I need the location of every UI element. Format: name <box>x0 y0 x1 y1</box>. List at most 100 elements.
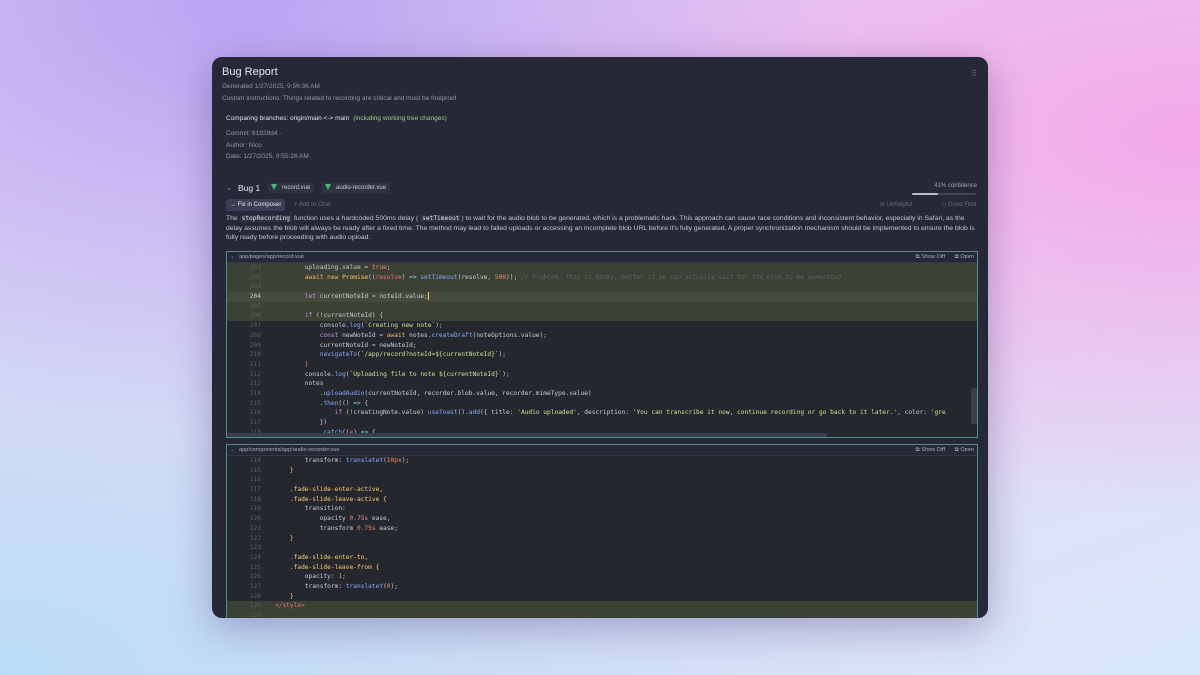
code-line: 212 console.log(`Uploading file to note … <box>227 370 977 380</box>
bug-report-window: ⠿ Bug Report Generated 1/27/2025, 9:56:3… <box>212 57 988 618</box>
drag-handle-icon[interactable]: ⠿ <box>971 69 977 78</box>
file-path: app/pages/app/record.vue <box>239 254 304 260</box>
code-text: if (!creatingNote.value) useToast().add(… <box>334 409 946 417</box>
unhelpful-button[interactable]: ⊘ Unhelpful <box>880 200 912 210</box>
open-file-button[interactable]: ⧉ Open <box>955 252 974 262</box>
line-number: 121 <box>249 524 261 532</box>
custom-instructions: Custom Instructions: Things related to r… <box>222 95 457 102</box>
code-line: 127 transform: translateY(0); <box>227 582 977 592</box>
code-line: 126 opacity: 1; <box>227 572 977 582</box>
code-text: notes <box>275 380 324 388</box>
show-diff-button[interactable]: ⧉ Show Diff <box>916 252 945 262</box>
code-text: .fade-slide-enter-to, <box>289 553 369 561</box>
chevron-down-icon[interactable]: ⌄ <box>230 252 235 262</box>
code-line: 119 transition: <box>227 504 977 514</box>
bug-header[interactable]: ⌄ Bug 1 record.vue audio-recorder.vue 41… <box>226 183 977 195</box>
line-number: 216 <box>249 409 261 417</box>
text-caret <box>427 292 429 301</box>
chevron-down-icon[interactable]: ⌄ <box>226 184 232 192</box>
line-number: 203 <box>249 283 261 291</box>
line-number: 129 <box>249 602 261 610</box>
code-text: transform: translateY(10px); <box>304 457 410 464</box>
code-line: 203 <box>227 282 977 293</box>
line-number: 115 <box>249 466 261 474</box>
description-text: The <box>226 215 238 222</box>
line-number: 123 <box>249 544 261 552</box>
vue-icon <box>271 184 277 190</box>
line-number: 205 <box>249 302 261 310</box>
line-number: 204 <box>249 293 261 301</box>
line-number: 120 <box>249 515 261 523</box>
file-tag-label: record.vue <box>282 185 311 191</box>
line-number: 213 <box>249 380 261 388</box>
good-find-button[interactable]: ◇ Good Find <box>942 200 976 210</box>
line-number: 130 <box>249 612 261 618</box>
commit-author: Author: Nico <box>226 142 262 149</box>
line-number: 126 <box>249 573 261 581</box>
code-text: transition: <box>275 505 346 513</box>
code-line: 210 navigateTo(`/app/record?noteId=${cur… <box>227 350 977 360</box>
code-view[interactable]: 201 uploading.value = true; 202 await ne… <box>227 263 977 437</box>
line-number: 118 <box>249 495 261 503</box>
line-number: 207 <box>249 322 261 330</box>
code-text: .fade-slide-leave-from { <box>289 563 380 571</box>
code-text: console.log(`Creating new note`); <box>319 322 443 330</box>
code-line: 129 </style> <box>227 601 977 611</box>
code-view[interactable]: 114 transform: translateY(10px); 115 } 1… <box>227 456 977 618</box>
code-text: uploading.value = true; <box>304 264 391 271</box>
code-line: 205 <box>227 301 977 312</box>
code-text: .fade-slide-leave-active { <box>289 495 387 503</box>
commit-date: Date: 1/27/2025, 9:55:26 AM <box>226 153 309 160</box>
code-line: 121 transform 0.75s ease; <box>227 524 977 534</box>
line-number: 210 <box>249 351 261 359</box>
code-line: 123 <box>227 543 977 553</box>
line-number: 211 <box>249 360 261 368</box>
code-panel-header: ⌄ app/pages/app/record.vue ⧉ Show Diff ⧉… <box>227 252 977 263</box>
line-number: 116 <box>249 476 261 484</box>
code-text: if (!currentNoteId) { <box>304 312 384 320</box>
code-text: currentNoteId = newNoteId; <box>275 341 417 349</box>
line-number: 122 <box>249 534 261 542</box>
line-number: 201 <box>249 264 261 271</box>
code-line: 215 .then(() => { <box>227 399 977 409</box>
show-diff-button[interactable]: ⧉ Show Diff <box>916 445 945 455</box>
code-text: const newNoteId = await notes.createDraf… <box>319 331 547 339</box>
code-text: } <box>304 360 309 368</box>
open-file-button[interactable]: ⧉ Open <box>955 445 974 455</box>
line-number: 114 <box>249 457 261 464</box>
code-line: 214 .uploadAudio(currentNoteId, recorder… <box>227 389 977 399</box>
code-line: 118 .fade-slide-leave-active { <box>227 495 977 505</box>
code-line: 206 if (!currentNoteId) { <box>227 311 977 322</box>
file-tag-record[interactable]: record.vue <box>268 183 315 193</box>
code-line: 217 }) <box>227 418 977 428</box>
code-line: 208 const newNoteId = await notes.create… <box>227 331 977 341</box>
branch-comparison: Comparing branches: origin/main <-> main… <box>226 115 447 122</box>
line-number: 214 <box>249 389 261 397</box>
code-text: } <box>289 592 294 600</box>
chevron-down-icon[interactable]: ⌄ <box>230 445 235 455</box>
code-text: } <box>289 466 294 474</box>
working-tree-note: (including working tree changes) <box>353 115 447 122</box>
bug-label: Bug 1 <box>238 183 261 193</box>
code-line: 117 .fade-slide-enter-active, <box>227 485 977 495</box>
bug-actions: → Fix in Composer + Add to Chat ⊘ Unhelp… <box>226 199 976 211</box>
add-to-chat-button[interactable]: + Add to Chat <box>294 200 331 210</box>
code-line: 116 <box>227 475 977 485</box>
code-line-current: 204 let currentNoteId = noteId.value; <box>227 292 977 302</box>
code-line: 211 } <box>227 360 977 370</box>
code-text: let currentNoteId = noteId.value; <box>304 292 429 301</box>
code-text: .then(() => { <box>319 399 369 407</box>
file-tag-audio-recorder[interactable]: audio-recorder.vue <box>322 183 391 193</box>
fix-in-composer-button[interactable]: → Fix in Composer <box>226 199 286 211</box>
code-text: console.log(`Uploading file to note ${cu… <box>304 370 510 378</box>
line-number: 212 <box>249 370 261 378</box>
code-line: 130 <box>227 611 977 618</box>
vertical-scrollbar[interactable] <box>971 388 977 424</box>
line-number: 125 <box>249 563 261 571</box>
generated-timestamp: Generated 1/27/2025, 9:56:36 AM <box>222 83 320 90</box>
code-line: 202 await new Promise((resolve) => setTi… <box>227 272 977 283</box>
code-line: 124 .fade-slide-enter-to, <box>227 553 977 563</box>
horizontal-scrollbar[interactable] <box>227 433 827 437</box>
code-line: 201 uploading.value = true; <box>227 263 977 273</box>
code-line: 213 notes <box>227 379 977 389</box>
